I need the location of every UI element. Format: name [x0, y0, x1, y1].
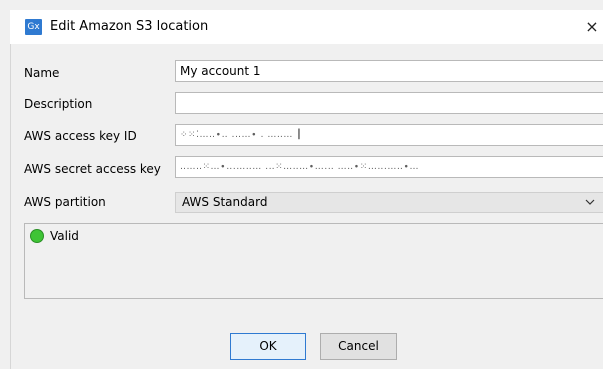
ok-button[interactable]: OK	[230, 333, 306, 360]
dialog-title: Edit Amazon S3 location	[50, 19, 209, 34]
status-panel: Valid	[24, 223, 603, 299]
secret-key-label: AWS secret access key	[24, 162, 161, 176]
status-ok-icon	[30, 229, 44, 243]
access-key-field[interactable]: ⁘⁙⁚…‥∙‥ ․‥…∙ ․ …‥… ┃	[175, 124, 603, 146]
name-field[interactable]: My account 1	[175, 60, 603, 82]
cancel-button[interactable]: Cancel	[320, 333, 397, 360]
partition-selected-value: AWS Standard	[182, 195, 268, 209]
description-field[interactable]	[175, 92, 603, 114]
name-label: Name	[24, 66, 60, 80]
app-icon: Gx	[25, 19, 42, 35]
chevron-down-icon	[585, 199, 595, 205]
title-bar: Gx Edit Amazon S3 location ×	[10, 10, 603, 44]
access-key-label: AWS access key ID	[24, 129, 137, 143]
partition-select[interactable]: AWS Standard	[175, 192, 603, 213]
description-label: Description	[24, 97, 93, 111]
window-border	[10, 44, 11, 369]
secret-key-field[interactable]: ‥…‥⁙…∙‥․…‥… ․‥⁙…‥…∙…․‥ …‥∙⁙…‥․…‥∙…	[175, 156, 603, 178]
partition-label: AWS partition	[24, 195, 106, 209]
status-text: Valid	[50, 229, 79, 243]
close-button[interactable]: ×	[581, 14, 603, 40]
